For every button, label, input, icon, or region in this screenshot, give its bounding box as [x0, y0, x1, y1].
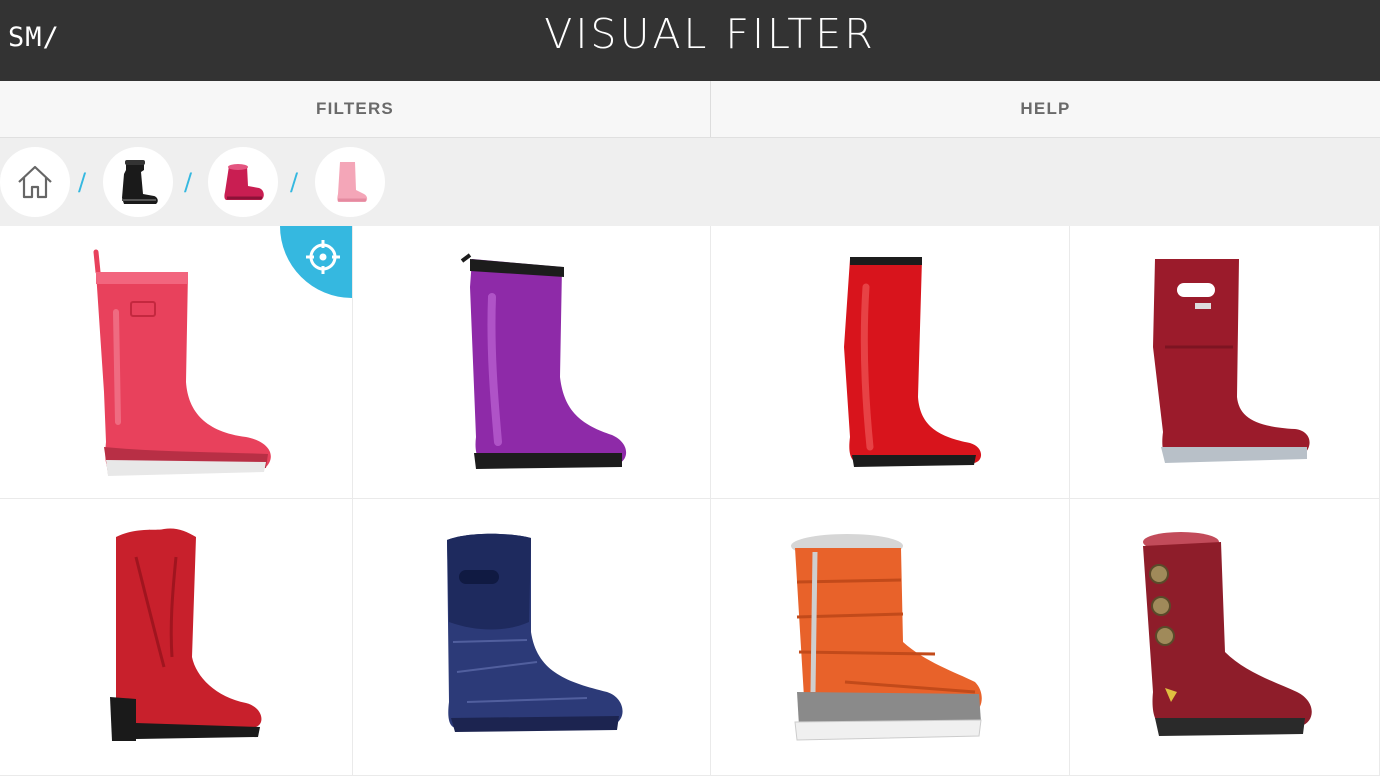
breadcrumb-separator: /: [78, 168, 87, 196]
breadcrumb-item-black-boot[interactable]: [103, 147, 173, 217]
breadcrumb-separator: /: [290, 168, 299, 196]
pink-rain-boot-icon: [93, 249, 271, 476]
product-card[interactable]: [711, 226, 1070, 499]
product-card[interactable]: [353, 499, 711, 776]
pink-sheepskin-boot-thumbnail-icon: [224, 164, 264, 200]
light-pink-rain-boot-thumbnail-icon: [337, 162, 368, 202]
purple-rain-boot-icon: [460, 253, 626, 469]
red-rain-boot-icon: [844, 257, 982, 467]
product-card[interactable]: [711, 499, 1070, 776]
app-header: SM/ VISUAL FILTER: [0, 0, 1380, 81]
breadcrumb-item-light-pink-boot[interactable]: [315, 147, 385, 217]
page-title: VISUAL FILTER: [544, 10, 876, 58]
product-card[interactable]: [0, 499, 353, 776]
navy-neoprene-boot-icon: [446, 533, 623, 732]
breadcrumb-item-pink-boot[interactable]: [208, 147, 278, 217]
tab-help[interactable]: HELP: [710, 81, 1380, 137]
product-grid: [0, 226, 1380, 776]
black-snow-boot-thumbnail-icon: [122, 160, 158, 204]
product-card[interactable]: [353, 226, 711, 499]
burgundy-rain-boot-icon: [1152, 259, 1310, 463]
home-icon: [18, 165, 52, 199]
burgundy-suede-button-boot-icon: [1142, 532, 1312, 736]
product-card[interactable]: [1070, 226, 1380, 499]
product-card[interactable]: [1070, 499, 1380, 776]
red-cowboy-boot-icon: [110, 528, 262, 741]
breadcrumb-home[interactable]: [0, 147, 70, 217]
breadcrumb: / / /: [0, 138, 1380, 226]
breadcrumb-separator: /: [184, 168, 193, 196]
crosshair-icon: [306, 240, 340, 274]
tab-filters[interactable]: FILTERS: [0, 81, 710, 137]
tab-bar: FILTERS HELP: [0, 81, 1380, 138]
orange-puffer-boot-icon: [791, 534, 982, 741]
